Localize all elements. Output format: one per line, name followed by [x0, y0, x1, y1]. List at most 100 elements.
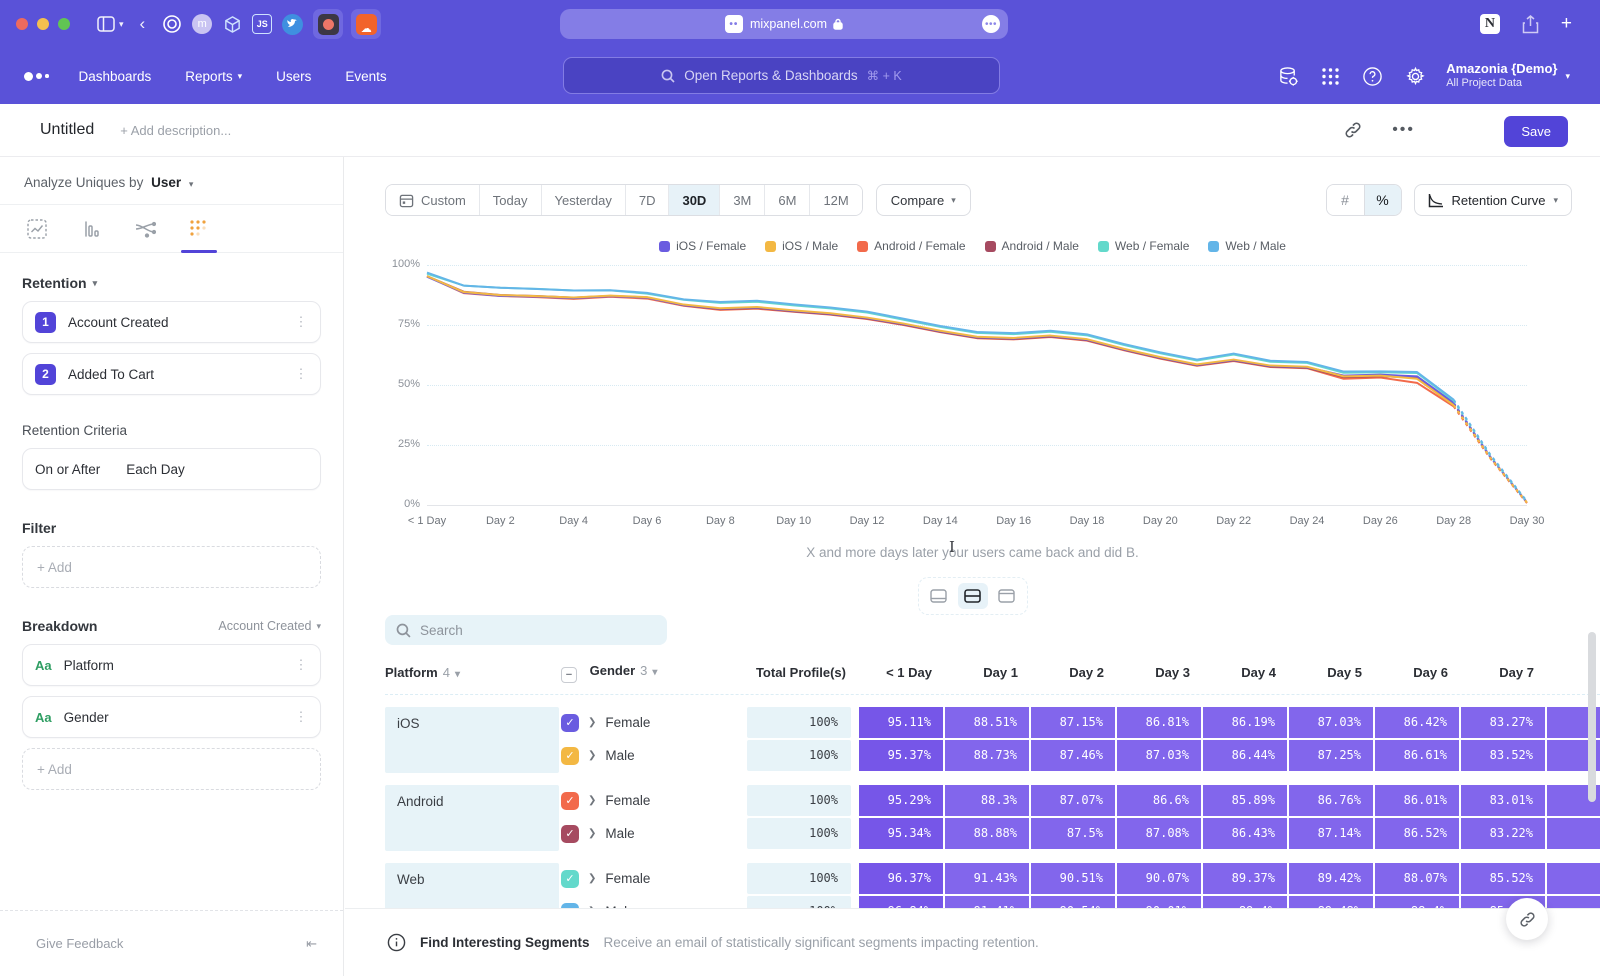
extension-js-icon[interactable]: JS — [247, 9, 277, 39]
save-button[interactable]: Save — [1504, 116, 1568, 147]
back-button[interactable]: ‹ — [140, 14, 146, 34]
retention-value-cell[interactable]: 87.07% — [1031, 785, 1115, 816]
retention-value-cell[interactable]: 96.37% — [859, 863, 943, 894]
add-filter-button[interactable]: + Add — [22, 546, 321, 588]
nav-reports[interactable]: Reports▾ — [185, 69, 242, 84]
retention-value-cell[interactable]: 87.15% — [1031, 707, 1115, 738]
new-tab-icon[interactable]: + — [1561, 13, 1572, 35]
data-management-icon[interactable] — [1278, 66, 1299, 87]
table-search-input[interactable]: Search — [385, 615, 667, 645]
settings-gear-icon[interactable] — [1405, 66, 1426, 87]
retention-value-cell[interactable]: 86.61% — [1375, 740, 1459, 771]
retention-value-cell[interactable]: 90.01% — [1117, 896, 1201, 908]
retention-value-cell[interactable]: 90.07% — [1117, 863, 1201, 894]
retention-value-cell[interactable]: 87.03% — [1117, 740, 1201, 771]
range-12m[interactable]: 12M — [810, 185, 861, 215]
extension-bird-icon[interactable] — [277, 9, 307, 39]
extension-red-icon[interactable] — [313, 9, 343, 39]
gender-cell[interactable]: ✓❯Male — [561, 747, 747, 765]
retention-value-cell[interactable]: 89.42% — [1289, 863, 1373, 894]
retention-value-cell[interactable]: 87.14% — [1289, 818, 1373, 849]
extension-cube-icon[interactable] — [217, 9, 247, 39]
retention-value-cell[interactable]: 88.4% — [1375, 896, 1459, 908]
retention-value-cell[interactable]: 89.48% — [1289, 896, 1373, 908]
copy-link-icon[interactable] — [1344, 121, 1362, 139]
column-day-6[interactable]: Day 6 — [1375, 665, 1461, 680]
window-controls[interactable] — [16, 18, 79, 30]
retention-value-cell[interactable]: 90.51% — [1031, 863, 1115, 894]
retention-value-cell[interactable]: 88.88% — [945, 818, 1029, 849]
mixpanel-logo[interactable] — [24, 72, 49, 81]
series-checkbox[interactable]: ✓ — [561, 747, 579, 765]
format-absolute-button[interactable]: # — [1327, 185, 1364, 215]
breakdown-gender[interactable]: Aa Gender ⋮ — [22, 696, 321, 738]
criteria-interval-dropdown[interactable]: Each Day — [126, 462, 185, 477]
notion-extension-icon[interactable]: N — [1480, 14, 1500, 34]
legend-item[interactable]: Web / Female — [1098, 239, 1189, 253]
retention-value-cell[interactable]: 83.52% — [1461, 740, 1545, 771]
step-options-icon[interactable]: ⋮ — [294, 372, 308, 376]
tab-funnels[interactable] — [78, 219, 104, 252]
sidebar-toggle-icon[interactable] — [97, 16, 115, 32]
gender-cell[interactable]: ✓❯Male — [561, 825, 747, 843]
close-window-button[interactable] — [16, 18, 28, 30]
range-custom[interactable]: Custom — [386, 185, 480, 215]
retention-value-cell[interactable]: 86.01% — [1375, 785, 1459, 816]
breakdown-options-icon[interactable]: ⋮ — [294, 715, 308, 719]
criteria-mode-dropdown[interactable]: On or After — [35, 462, 100, 477]
legend-item[interactable]: iOS / Female — [659, 239, 746, 253]
retention-chart[interactable]: 0%25%50%75%100%< 1 DayDay 2Day 4Day 6Day… — [345, 257, 1600, 527]
analyze-value-dropdown[interactable]: User — [151, 175, 181, 190]
gender-cell[interactable]: ✓❯Female — [561, 870, 747, 888]
add-breakdown-button[interactable]: + Add — [22, 748, 321, 790]
retention-value-cell[interactable]: 95.37% — [859, 740, 943, 771]
series-checkbox[interactable]: ✓ — [561, 825, 579, 843]
range-3m[interactable]: 3M — [720, 185, 765, 215]
platform-cell[interactable]: Web — [385, 863, 559, 908]
nav-users[interactable]: Users — [276, 69, 311, 84]
retention-value-cell[interactable]: 96.84% — [859, 896, 943, 908]
retention-section-header[interactable]: Retention▾ — [22, 275, 321, 291]
compare-button[interactable]: Compare▾ — [876, 184, 971, 216]
more-options-icon[interactable]: ••• — [1392, 121, 1415, 139]
retention-value-cell[interactable]: 87.25% — [1289, 740, 1373, 771]
retention-value-cell[interactable]: 86.43% — [1203, 818, 1287, 849]
retention-value-cell[interactable]: 88.51% — [945, 707, 1029, 738]
column-day-1[interactable]: Day 1 — [945, 665, 1031, 680]
legend-item[interactable]: iOS / Male — [765, 239, 838, 253]
legend-item[interactable]: Android / Male — [985, 239, 1079, 253]
retention-value-cell[interactable]: 86.81% — [1117, 707, 1201, 738]
report-title[interactable]: Untitled — [40, 121, 94, 139]
retention-value-cell[interactable]: 87.08% — [1117, 818, 1201, 849]
column---1-day[interactable]: < 1 Day — [859, 665, 945, 680]
retention-value-cell[interactable]: 83.22% — [1461, 818, 1545, 849]
retention-value-cell[interactable]: 86.42% — [1375, 707, 1459, 738]
range-6m[interactable]: 6M — [765, 185, 810, 215]
give-feedback-link[interactable]: Give Feedback — [36, 936, 123, 951]
retention-value-cell[interactable]: 86.76% — [1289, 785, 1373, 816]
expand-row-icon[interactable]: ❯ — [588, 828, 596, 839]
retention-criteria-card[interactable]: On or After Each Day — [22, 448, 321, 490]
column-day-4[interactable]: Day 4 — [1203, 665, 1289, 680]
column-gender[interactable]: − Gender3▾ — [561, 663, 747, 683]
retention-step-1[interactable]: 1 Account Created ⋮ — [22, 301, 321, 343]
range-today[interactable]: Today — [480, 185, 542, 215]
retention-value-cell[interactable]: 88.73% — [945, 740, 1029, 771]
retention-value-cell[interactable]: 88.07% — [1375, 863, 1459, 894]
retention-value-cell[interactable]: 87.46% — [1031, 740, 1115, 771]
project-switcher[interactable]: Amazonia {Demo} All Project Data — [1446, 61, 1557, 91]
chevron-down-icon[interactable]: ▾ — [119, 19, 124, 30]
breakdown-platform[interactable]: Aa Platform ⋮ — [22, 644, 321, 686]
help-icon[interactable] — [1362, 66, 1383, 87]
layout-chart-only-button[interactable] — [924, 583, 954, 609]
platform-cell[interactable]: iOS — [385, 707, 559, 773]
legend-item[interactable]: Android / Female — [857, 239, 965, 253]
retention-value-cell[interactable]: 95.34% — [859, 818, 943, 849]
breakdown-options-icon[interactable]: ⋮ — [294, 663, 308, 667]
expand-row-icon[interactable]: ❯ — [588, 873, 596, 884]
format-percent-button[interactable]: % — [1364, 185, 1401, 215]
retention-value-cell[interactable]: 91.43% — [945, 863, 1029, 894]
global-search-input[interactable]: Open Reports & Dashboards ⌘ + K — [563, 57, 1000, 94]
extension-m-icon[interactable]: m — [187, 9, 217, 39]
nav-dashboards[interactable]: Dashboards — [79, 69, 152, 84]
